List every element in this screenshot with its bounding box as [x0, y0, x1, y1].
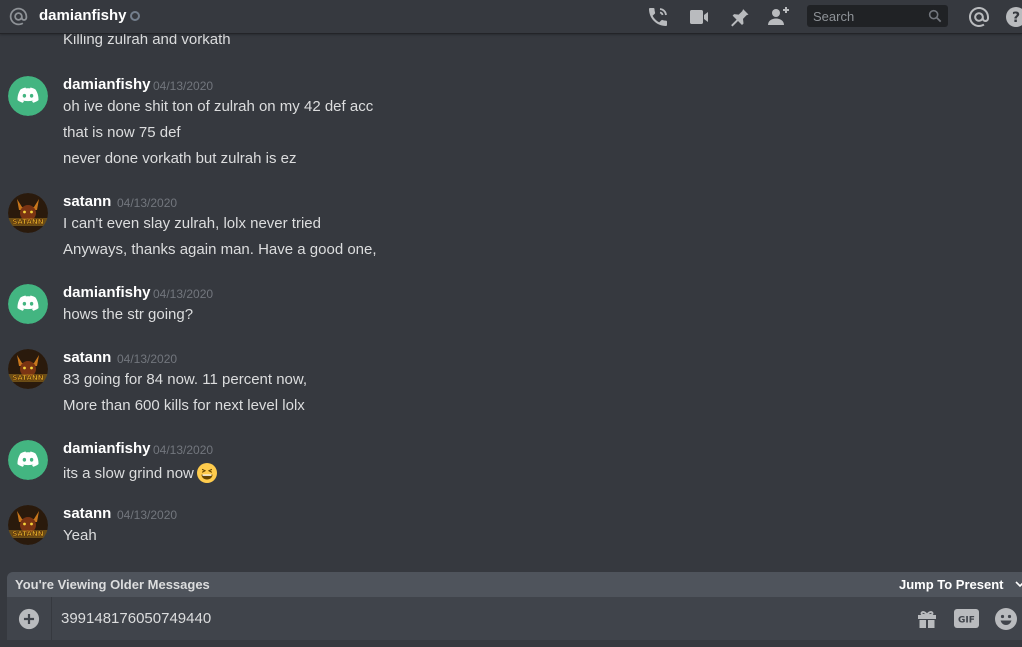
older-messages-bar: You're Viewing Older Messages Jump To Pr…	[7, 572, 1022, 598]
message-timestamp: 04/13/2020	[153, 443, 214, 457]
at-icon	[9, 7, 28, 26]
author-name[interactable]: damianfishy	[63, 284, 151, 301]
status-indicator	[130, 11, 140, 21]
message-timestamp: 04/13/2020	[117, 508, 178, 522]
search-icon	[928, 9, 942, 23]
author-name[interactable]: satann	[63, 349, 111, 366]
avatar[interactable]: SATANN	[8, 193, 48, 233]
message-line: More than 600 kills for next level lolx	[63, 397, 305, 414]
gif-label: GIF	[958, 616, 975, 626]
call-icon[interactable]	[646, 5, 670, 29]
svg-text:SATANN: SATANN	[12, 374, 43, 382]
svg-text:SATANN: SATANN	[12, 530, 43, 538]
pin-icon[interactable]	[727, 5, 751, 29]
message-composer: GIF	[7, 597, 1022, 640]
message-line: Yeah	[63, 527, 97, 544]
message-line: oh ive done shit ton of zulrah on my 42 …	[63, 98, 374, 115]
svg-text:SATANN: SATANN	[12, 218, 43, 226]
channel-header: damianfishy ?	[0, 0, 1022, 34]
emoji-picker-icon[interactable]	[994, 607, 1018, 631]
mentions-icon[interactable]	[967, 5, 991, 29]
message-timestamp: 04/13/2020	[117, 196, 178, 210]
avatar[interactable]: SATANN	[8, 505, 48, 545]
author-name[interactable]: damianfishy	[63, 440, 151, 457]
channel-title: damianfishy	[39, 7, 127, 24]
avatar[interactable]: SATANN	[8, 349, 48, 389]
author-name[interactable]: satann	[63, 193, 111, 210]
message-list[interactable]: Killing zulrah and vorkath damianfishy 0…	[0, 34, 1022, 572]
add-friend-icon[interactable]	[767, 5, 791, 29]
message-text: its a slow grind now	[63, 465, 194, 482]
avatar[interactable]	[8, 76, 48, 116]
message-timestamp: 04/13/2020	[153, 287, 214, 301]
gif-button[interactable]: GIF	[954, 609, 979, 628]
author-name[interactable]: damianfishy	[63, 76, 151, 93]
gift-icon[interactable]	[915, 607, 939, 631]
message-line: its a slow grind now	[63, 462, 218, 484]
message-line: hows the str going?	[63, 306, 194, 323]
avatar[interactable]	[8, 440, 48, 480]
avatar[interactable]	[8, 284, 48, 324]
message-timestamp: 04/13/2020	[153, 79, 214, 93]
upload-plus-icon[interactable]	[18, 608, 40, 630]
chevron-down-icon[interactable]	[1015, 580, 1022, 588]
message-line: I can't even slay zulrah, lolx never tri…	[63, 215, 321, 232]
author-name[interactable]: satann	[63, 505, 111, 522]
message-line: Killing zulrah and vorkath	[63, 34, 231, 48]
help-icon[interactable]: ?	[1004, 5, 1022, 29]
search-box[interactable]	[807, 5, 948, 27]
jump-to-present-button[interactable]: Jump To Present	[899, 577, 1004, 592]
grinning-emoji-icon[interactable]	[196, 462, 218, 484]
search-input[interactable]	[807, 5, 931, 27]
message-input[interactable]	[61, 597, 901, 640]
message-timestamp: 04/13/2020	[117, 352, 178, 366]
older-messages-label: You're Viewing Older Messages	[15, 577, 210, 592]
message-line: never done vorkath but zulrah is ez	[63, 150, 297, 167]
message-line: Anyways, thanks again man. Have a good o…	[63, 241, 377, 258]
video-icon[interactable]	[687, 5, 711, 29]
message-line: that is now 75 def	[63, 124, 181, 141]
composer-divider	[51, 597, 52, 640]
svg-text:?: ?	[1012, 10, 1020, 26]
message-line: 83 going for 84 now. 11 percent now,	[63, 371, 308, 388]
